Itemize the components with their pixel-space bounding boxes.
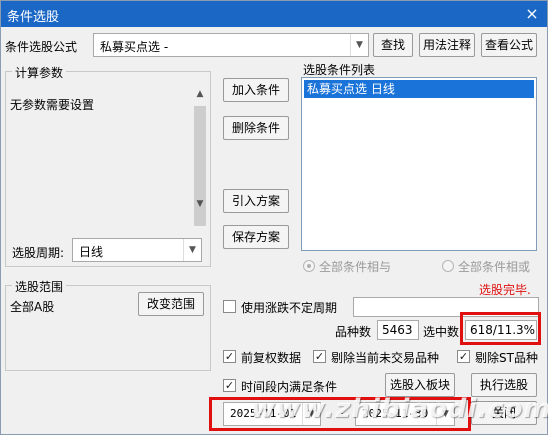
condition-list-title: 选股条件列表 [303,63,376,77]
chevron-up-icon[interactable]: ▲ [192,86,208,102]
usage-notes-button[interactable]: 用法注释 [419,33,475,57]
save-scheme-button[interactable]: 保存方案 [223,225,289,249]
exclude-st-checkbox[interactable]: ✓ [457,350,470,363]
exclude-untraded-checkbox[interactable]: ✓ [313,350,326,363]
formula-label: 条件选股公式 [5,40,78,54]
view-formula-button[interactable]: 查看公式 [481,33,537,57]
scope-value: 全部A股 [10,300,55,314]
and-radio[interactable] [303,260,315,272]
period-value: 日线 [79,245,104,259]
add-condition-button[interactable]: 加入条件 [223,78,289,102]
selected-label: 选中数 [423,325,460,339]
period-select[interactable]: 日线 ▼ [72,238,202,262]
formula-select[interactable]: 私募买点选 - ▼ [93,33,369,57]
scope-group-title: 选股范围 [12,278,67,295]
title-bar: 条件选股 × [1,1,547,27]
formula-value: 私募买点选 - [100,40,169,54]
condition-list[interactable]: 私募买点选 日线 [301,77,537,251]
time-range-checkbox[interactable]: ✓ [223,379,236,392]
params-group: 计算参数 无参数需要设置 ▲ ▼ 选股周期: 日线 ▼ [5,64,211,267]
count-value: 5463 [377,320,419,340]
window-title: 条件选股 [7,10,60,25]
adjusted-label: 前复权数据 [241,351,302,365]
import-scheme-button[interactable]: 引入方案 [223,189,289,213]
or-radio-label: 全部条件相或 [458,260,531,274]
exclude-untraded-label: 剔除当前未交易品种 [331,351,440,365]
delete-condition-button[interactable]: 删除条件 [223,116,289,140]
exclude-st-label: 剔除ST品种 [475,351,538,365]
close-icon[interactable]: × [521,4,543,24]
chevron-down-icon[interactable]: ▼ [183,239,201,261]
list-item[interactable]: 私募买点选 日线 [304,80,534,98]
search-button[interactable]: 查找 [373,33,413,57]
and-radio-label: 全部条件相与 [319,260,392,274]
change-scope-button[interactable]: 改变范围 [138,292,204,316]
adjusted-checkbox[interactable]: ✓ [223,350,236,363]
chevron-down-icon[interactable]: ▼ [350,34,368,56]
irregular-period-checkbox[interactable] [223,300,236,313]
scope-group: 选股范围 全部A股 改变范围 [5,278,211,371]
highlight-box [460,312,541,345]
irregular-period-label: 使用涨跌不定周期 [241,301,338,315]
count-label: 品种数 [335,325,372,339]
params-group-title: 计算参数 [12,64,67,81]
status-text: 选股完毕. [479,283,531,297]
params-text: 无参数需要设置 [10,98,95,112]
period-label: 选股周期: [12,246,65,260]
chevron-down-icon[interactable]: ▼ [192,196,208,212]
watermark: www.zhibiaodi.com [251,394,548,424]
time-range-label: 时间段内满足条件 [241,380,338,394]
params-scrollbar[interactable]: ▲ ▼ [192,86,208,226]
or-radio[interactable] [442,260,454,272]
condition-stock-selection-dialog: 条件选股 × 条件选股公式 私募买点选 - ▼ 查找 用法注释 查看公式 计算参… [0,0,548,435]
